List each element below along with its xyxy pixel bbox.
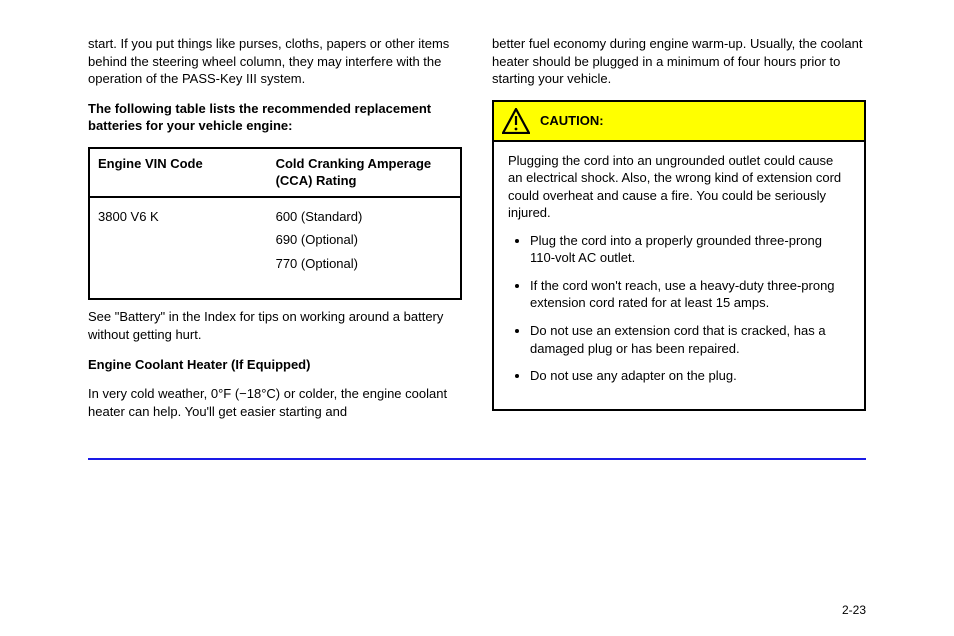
engine-heater-body: In very cold weather, 0°F (−18°C) or col… — [88, 385, 462, 420]
table-header-row: Engine VIN Code Cold Cranking Amperage (… — [90, 149, 460, 198]
right-column: better fuel economy during engine warm-u… — [492, 35, 866, 432]
caution-body: Plugging the cord into an ungrounded out… — [494, 142, 864, 409]
battery-reference: See "Battery" in the Index for tips on w… — [88, 308, 462, 343]
caution-lead: Plugging the cord into an ungrounded out… — [508, 152, 850, 222]
caution-bullet: Do not use an extension cord that is cra… — [530, 322, 850, 357]
cca-row: 690 (Optional) — [276, 231, 452, 249]
footer-rule — [88, 458, 866, 460]
battery-table: Engine VIN Code Cold Cranking Amperage (… — [88, 147, 462, 301]
caution-list: Plug the cord into a properly grounded t… — [508, 232, 850, 385]
col-header-engine: Engine VIN Code — [90, 149, 268, 196]
cca-row: 600 (Standard) — [276, 208, 452, 226]
cca-row: 770 (Optional) — [276, 255, 452, 273]
cell-cca-values: 600 (Standard) 690 (Optional) 770 (Optio… — [268, 198, 460, 299]
caution-bullet: Plug the cord into a properly grounded t… — [530, 232, 850, 267]
page-number: 2-23 — [842, 602, 866, 618]
caution-box: CAUTION: Plugging the cord into an ungro… — [492, 100, 866, 411]
engine-heater-heading: Engine Coolant Heater (If Equipped) — [88, 356, 462, 374]
left-column: start. If you put things like purses, cl… — [88, 35, 462, 432]
warmup-paragraph: better fuel economy during engine warm-u… — [492, 35, 866, 88]
cell-engine-code: 3800 V6 K — [90, 198, 268, 299]
caution-bullet: If the cord won't reach, use a heavy-dut… — [530, 277, 850, 312]
table-body-row: 3800 V6 K 600 (Standard) 690 (Optional) … — [90, 198, 460, 299]
caution-header: CAUTION: — [494, 102, 864, 142]
intro-paragraph: start. If you put things like purses, cl… — [88, 35, 462, 88]
caution-label: CAUTION: — [540, 112, 604, 130]
caution-bullet: Do not use any adapter on the plug. — [530, 367, 850, 385]
col-header-cca: Cold Cranking Amperage (CCA) Rating — [268, 149, 460, 196]
warning-triangle-icon — [502, 108, 530, 134]
table-intro: The following table lists the recommende… — [88, 100, 462, 135]
